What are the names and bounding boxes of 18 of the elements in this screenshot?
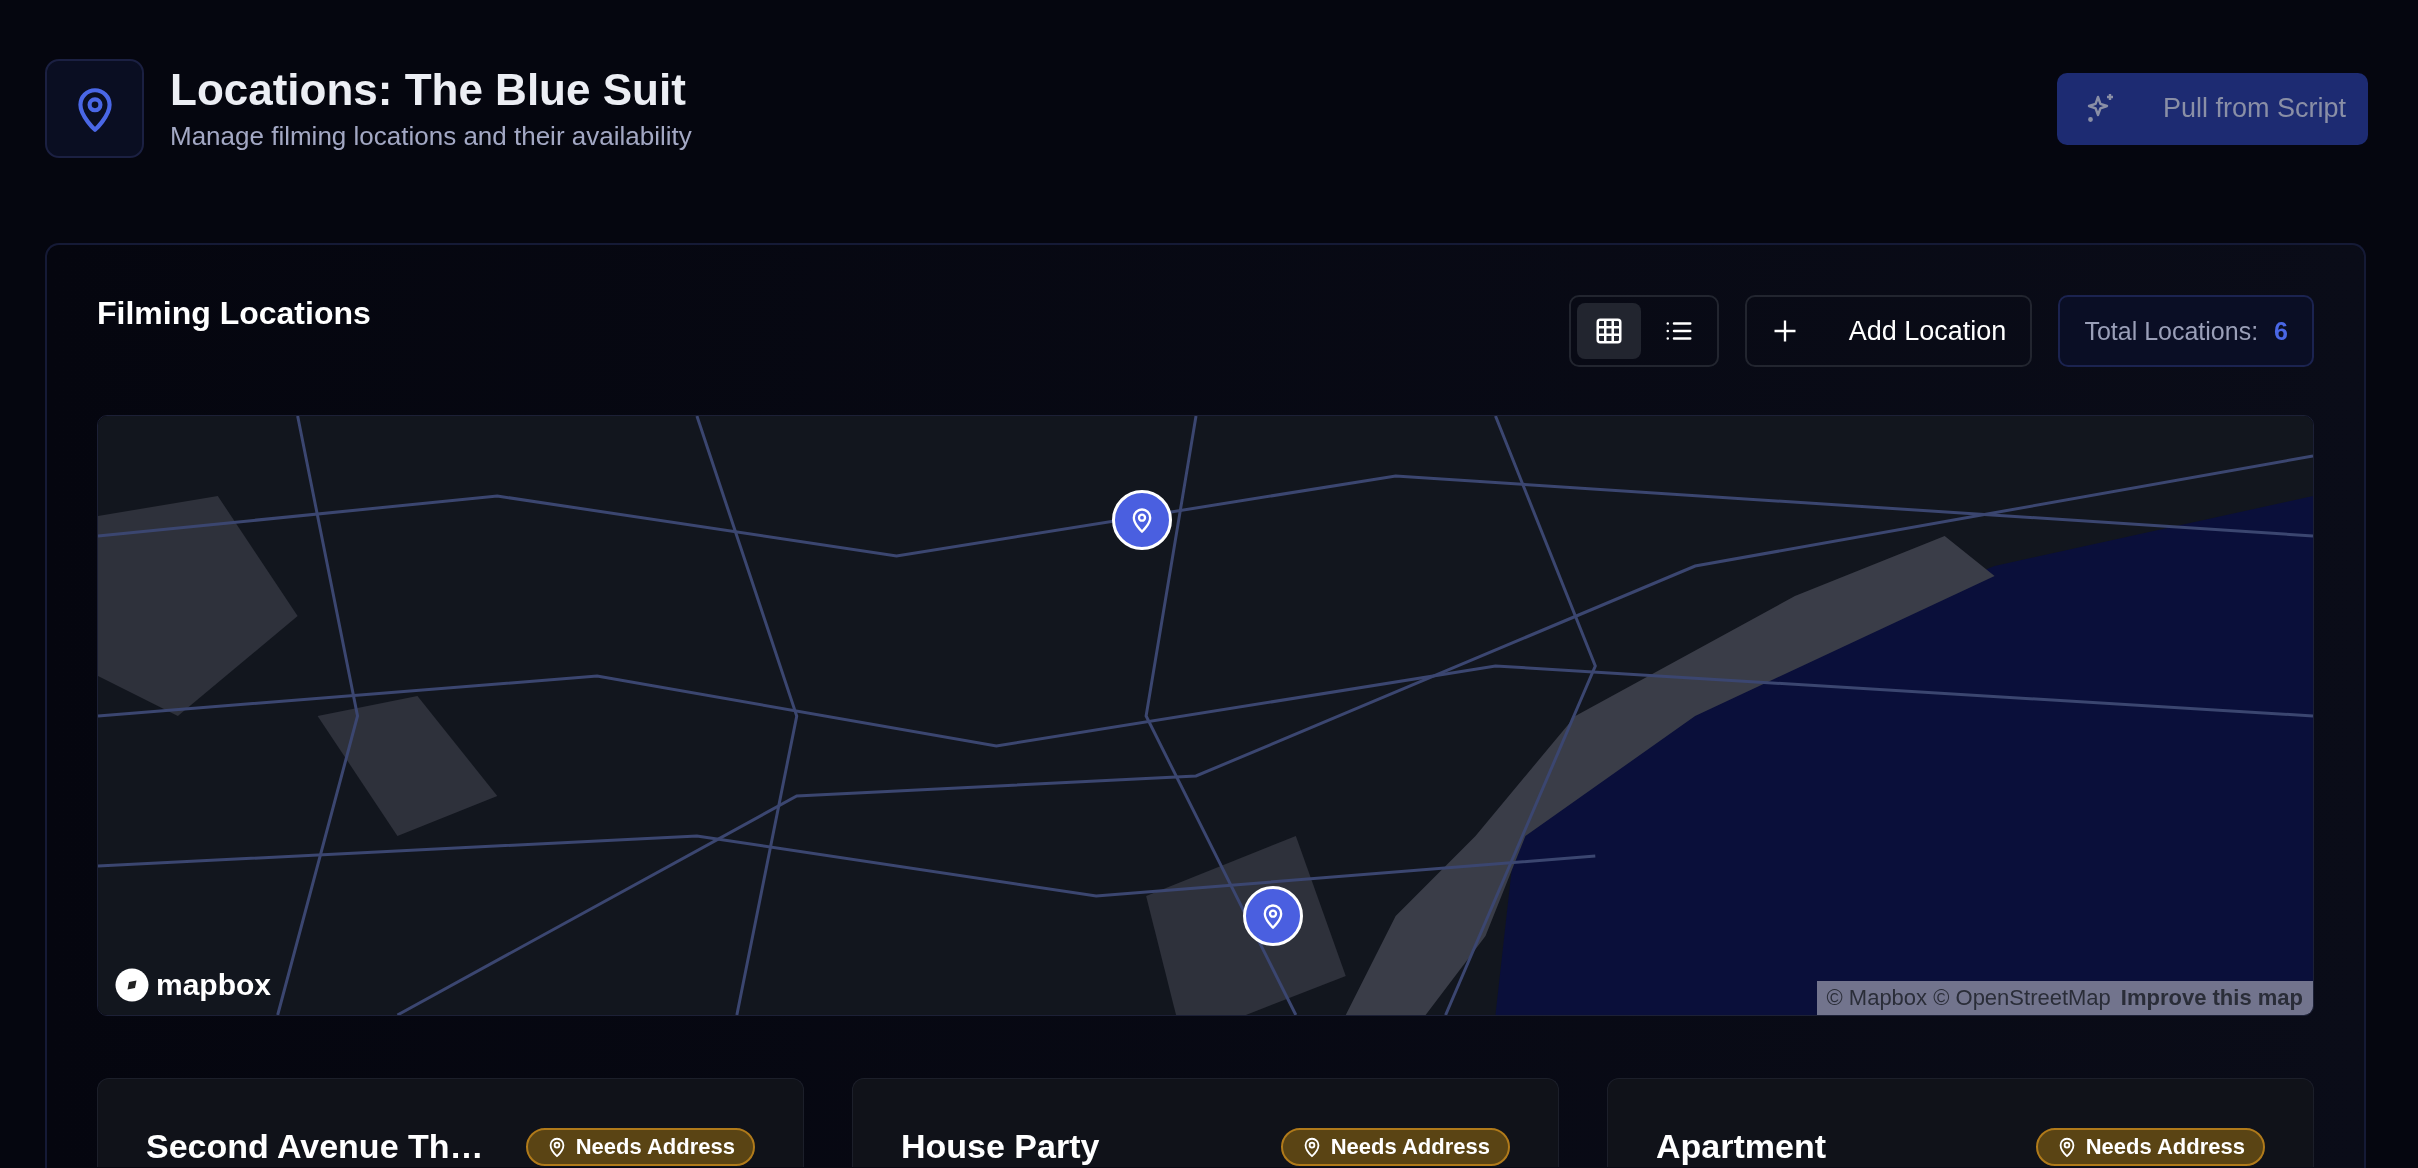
status-badge: Needs Address bbox=[2035, 1127, 2265, 1166]
grid-view-icon[interactable] bbox=[1576, 303, 1641, 359]
location-pin-icon bbox=[45, 59, 144, 158]
location-name: Apartment bbox=[1656, 1127, 1827, 1166]
location-name: House Party bbox=[901, 1127, 1100, 1166]
page-subtitle: Manage filming locations and their availability bbox=[170, 121, 692, 152]
mapbox-logo-icon bbox=[114, 967, 150, 1003]
status-badge: Needs Address bbox=[525, 1127, 755, 1166]
improve-map-link[interactable]: Improve this map bbox=[2120, 985, 2303, 1011]
status-badge: Needs Address bbox=[1280, 1127, 1510, 1166]
add-location-button[interactable]: Add Location bbox=[1744, 295, 2033, 367]
mapbox-logo-text: mapbox bbox=[156, 968, 272, 1002]
location-name: Second Avenue Th… bbox=[146, 1127, 484, 1166]
total-label: Total Locations: bbox=[2084, 316, 2259, 346]
section-title: Filming Locations bbox=[97, 295, 371, 332]
map-attribution: © Mapbox © OpenStreetMap bbox=[1826, 985, 2111, 1011]
total-count: 6 bbox=[2274, 316, 2288, 346]
page-title: Locations: The Blue Suit bbox=[170, 65, 687, 115]
